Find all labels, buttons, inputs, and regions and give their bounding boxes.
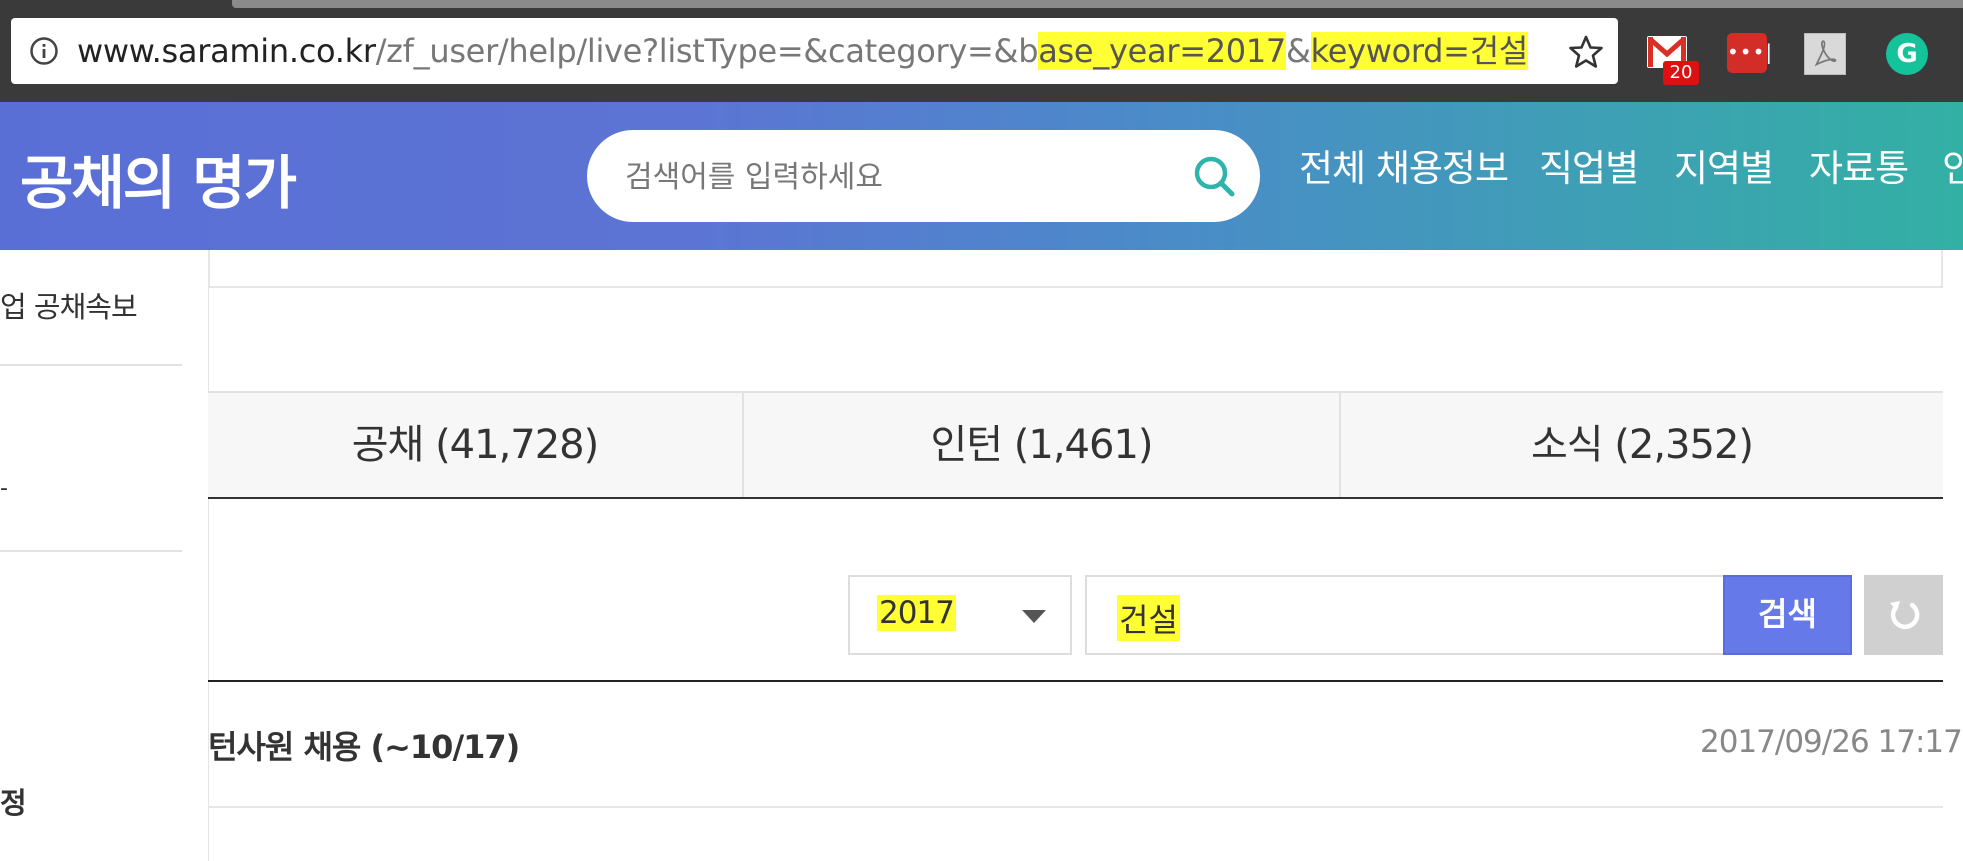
year-select-value: 2017 <box>877 595 956 631</box>
search-button[interactable]: 검색 <box>1723 575 1852 655</box>
tab-news[interactable]: 소식 (2,352) <box>1341 393 1943 497</box>
url-path: /zf_user/help/live?listType=&category=&b <box>375 32 1039 70</box>
address-bar[interactable]: www.saramin.co.kr/zf_user/help/live?list… <box>11 18 1618 84</box>
pdf-extension-icon[interactable] <box>1804 33 1846 75</box>
nav-data[interactable]: 자료통 <box>1809 144 1909 194</box>
header-search-input[interactable] <box>623 156 1167 198</box>
top-panel-box <box>208 250 1943 288</box>
lastpass-extension-icon[interactable]: •••| <box>1727 33 1772 73</box>
url-highlight-keyword: keyword=건설 <box>1310 32 1528 70</box>
left-sidebar: 업 공채속보 - 정 <box>0 250 209 861</box>
browser-chrome: www.saramin.co.kr/zf_user/help/live?list… <box>0 0 1963 102</box>
list-item-date: 2017/09/26 17:17 <box>1700 724 1963 760</box>
search-icon[interactable] <box>1190 152 1238 200</box>
tab-strip <box>232 0 1963 8</box>
sidebar-item-recruit-news[interactable]: 업 공채속보 <box>0 284 138 326</box>
sidebar-divider <box>0 550 182 552</box>
reset-button[interactable] <box>1864 575 1943 655</box>
category-tabs: 공채 (41,728) 인턴 (1,461) 소식 (2,352) <box>208 391 1943 499</box>
url-text[interactable]: www.saramin.co.kr/zf_user/help/live?list… <box>77 30 1528 72</box>
url-highlight-year: ase_year=2017 <box>1038 32 1286 70</box>
sidebar-item-truncated[interactable]: - <box>0 476 8 501</box>
nav-by-job[interactable]: 직업별 <box>1539 144 1639 194</box>
list-row-divider <box>208 806 1943 808</box>
tab-recruit[interactable]: 공채 (41,728) <box>208 393 744 497</box>
refresh-icon <box>1890 601 1920 629</box>
keyword-input-value: 건설 <box>1117 595 1180 641</box>
list-item-title[interactable]: 턴사원 채용 (~10/17) <box>208 722 520 768</box>
gmail-unread-badge: 20 <box>1663 61 1699 85</box>
url-host: www.saramin.co.kr <box>77 32 376 70</box>
header-search-box[interactable] <box>587 130 1260 222</box>
chevron-down-icon <box>1022 610 1046 623</box>
nav-all-jobs[interactable]: 전체 채용정보 <box>1299 144 1509 194</box>
grammarly-extension-icon[interactable]: G <box>1886 33 1928 75</box>
keyword-input[interactable]: 건설 <box>1085 575 1725 655</box>
url-ampersand: & <box>1285 32 1311 70</box>
year-select[interactable]: 2017 <box>848 575 1072 655</box>
info-icon[interactable] <box>29 36 59 66</box>
bookmark-star-icon[interactable] <box>1568 34 1604 70</box>
site-header: 공채의 명가 전체 채용정보 직업별 지역별 자료통 인 <box>0 102 1963 250</box>
site-logo[interactable]: 공채의 명가 <box>20 136 297 220</box>
sidebar-divider <box>0 364 182 366</box>
nav-by-region[interactable]: 지역별 <box>1674 144 1774 194</box>
tab-intern[interactable]: 인턴 (1,461) <box>744 393 1341 497</box>
nav-cut-off[interactable]: 인 <box>1942 144 1963 194</box>
sidebar-item-bottom[interactable]: 정 <box>0 780 27 822</box>
list-top-border <box>208 680 1943 682</box>
